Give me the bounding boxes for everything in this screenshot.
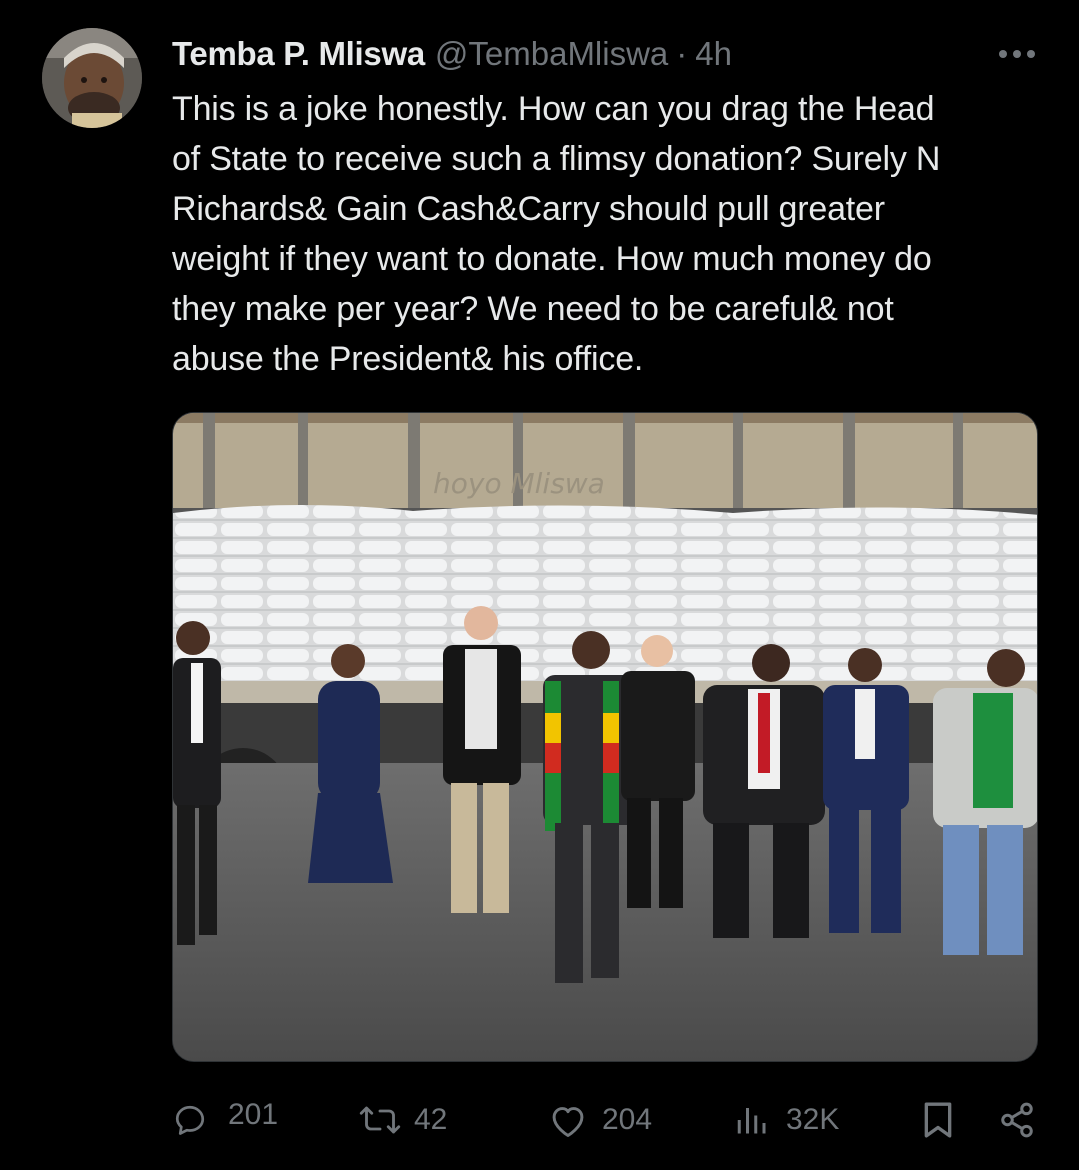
- timestamp[interactable]: 4h: [695, 35, 732, 73]
- more-options-button[interactable]: [995, 44, 1039, 64]
- tweet-photo[interactable]: hoyo Mliswa: [172, 412, 1038, 1062]
- heart-icon: [552, 1107, 584, 1138]
- share-button[interactable]: [998, 1092, 1036, 1148]
- separator: ·: [676, 35, 688, 72]
- tweet-text: This is a joke honestly. How can you dra…: [172, 90, 941, 378]
- user-handle[interactable]: @TembaMliswa: [435, 35, 668, 73]
- reply-button[interactable]: 201: [172, 1092, 278, 1148]
- share-icon: [1001, 1102, 1033, 1138]
- tweet-header: Temba P. Mliswa @TembaMliswa · 4h: [172, 34, 972, 74]
- bookmark-button[interactable]: [920, 1092, 956, 1148]
- like-button[interactable]: 204: [548, 1092, 652, 1148]
- retweet-count: 42: [414, 1103, 448, 1136]
- retweet-icon: [359, 1106, 401, 1134]
- retweet-button[interactable]: 42: [358, 1092, 447, 1148]
- views-icon: [737, 1108, 766, 1134]
- photo-illustration: hoyo Mliswa: [173, 413, 1037, 1061]
- bookmark-icon: [924, 1102, 952, 1138]
- views-count: 32K: [786, 1103, 840, 1136]
- like-count: 204: [602, 1103, 653, 1136]
- reply-icon: [175, 1105, 205, 1135]
- truck-graffiti: hoyo Mliswa: [433, 467, 605, 500]
- reply-count: 201: [228, 1098, 279, 1131]
- tweet-actions: 201 42 204 32K: [172, 1092, 1042, 1148]
- views-button[interactable]: 32K: [734, 1092, 839, 1148]
- avatar[interactable]: [42, 28, 142, 128]
- display-name[interactable]: Temba P. Mliswa: [172, 35, 425, 73]
- more-icon: [999, 50, 1035, 58]
- profile-photo: [42, 28, 142, 128]
